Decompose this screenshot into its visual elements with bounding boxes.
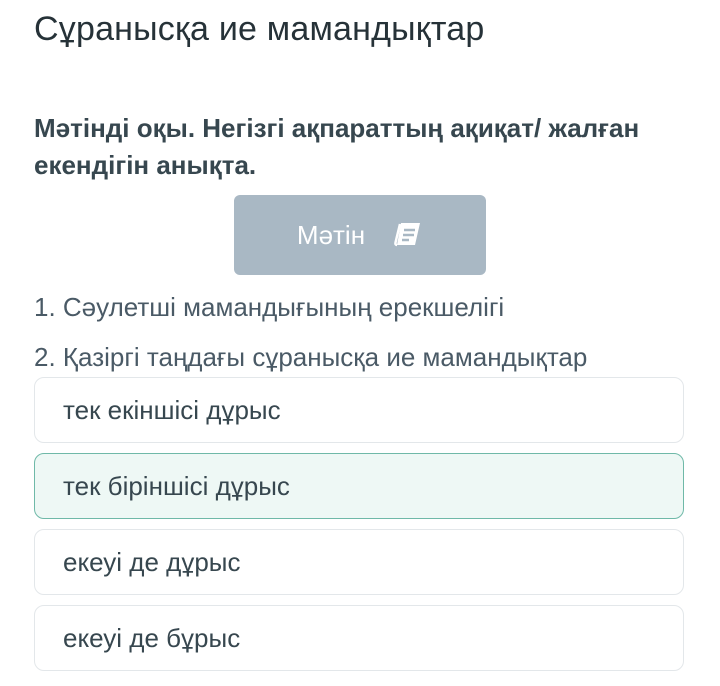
- show-text-button[interactable]: Мәтін: [234, 195, 486, 275]
- quiz-page: Сұранысқа ие мамандықтар Мәтінді оқы. Не…: [0, 0, 720, 686]
- statement-1: 1. Сәулетші мамандығының ерекшелігі: [34, 292, 505, 322]
- answer-option-1[interactable]: тек екіншісі дұрыс: [34, 377, 684, 443]
- statement-2: 2. Қазіргі таңдағы сұранысқа ие мамандық…: [34, 342, 588, 372]
- answer-option-3[interactable]: екеуі де дұрыс: [34, 529, 684, 595]
- book-icon: [393, 221, 423, 249]
- page-title: Сұранысқа ие мамандықтар: [34, 10, 485, 48]
- show-text-button-label: Мәтін: [296, 219, 366, 250]
- question-instruction: Мәтінді оқы. Негізгі ақпараттың ақиқат/ …: [34, 113, 640, 180]
- answer-option-4[interactable]: екеуі де бұрыс: [34, 605, 684, 671]
- answer-option-2[interactable]: тек біріншісі дұрыс: [34, 453, 684, 519]
